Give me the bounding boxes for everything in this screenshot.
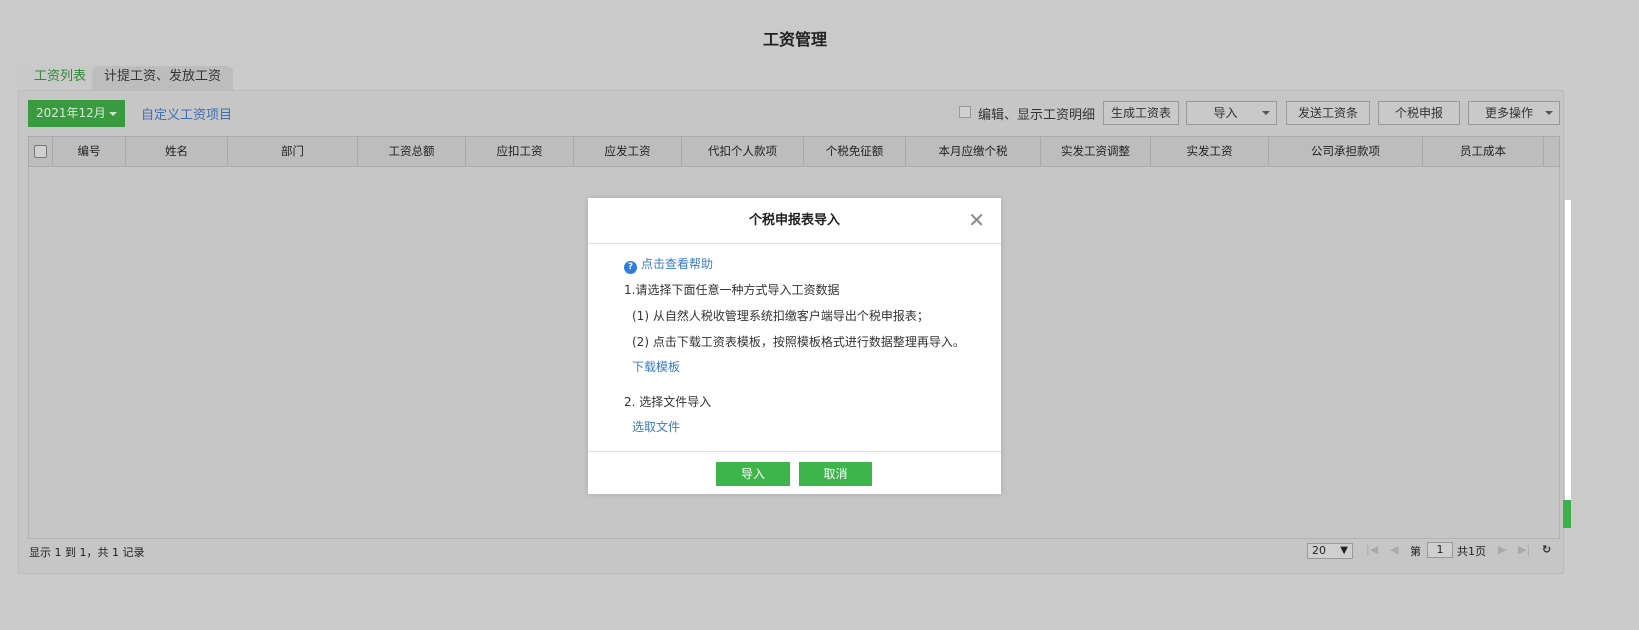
choose-file-link[interactable]: 选取文件 [632,418,680,435]
select-all-cell[interactable] [29,137,53,166]
col-header[interactable]: 应发工资 [574,137,682,166]
tab-accrue-pay[interactable]: 计提工资、发放工资 [92,66,234,90]
more-label: 更多操作 [1484,106,1533,120]
import-dropdown[interactable]: 导入 [1186,101,1277,125]
page-number-input[interactable]: 1 [1427,542,1453,558]
col-header[interactable]: 应扣工资 [466,137,574,166]
col-header[interactable]: 实发工资调整 [1041,137,1151,166]
next-page-icon[interactable]: ▶ [1498,543,1506,556]
step1-text: 1.请选择下面任意一种方式导入工资数据 [624,283,840,297]
period-dropdown[interactable]: 2021年12月 [28,100,125,127]
download-template-link[interactable]: 下载模板 [632,358,680,375]
refresh-icon[interactable]: ↻ [1542,543,1551,556]
record-info: 显示 1 到 1，共 1 记录 [29,546,145,559]
last-page-icon[interactable]: ▶| [1518,543,1530,556]
col-header[interactable]: 公司承担款项 [1269,137,1423,166]
import-confirm-button[interactable]: 导入 [716,462,790,486]
show-detail-checkbox[interactable] [959,106,971,118]
caret-down-icon [1262,111,1270,119]
page-size-value: 20 [1312,544,1326,557]
help-icon: ? [624,261,637,274]
close-icon[interactable]: ✕ [968,210,985,230]
cancel-button[interactable]: 取消 [799,462,872,486]
col-spacer [1544,137,1559,166]
caret-down-icon [109,112,117,120]
side-panel-tab[interactable] [1563,500,1571,528]
page-title: 工资管理 [762,30,827,49]
col-header[interactable]: 本月应缴个税 [906,137,1041,166]
send-payslip-button[interactable]: 发送工资条 [1286,101,1370,125]
page-prefix: 第 [1410,545,1421,558]
chevron-down-icon: ▼ [1340,545,1348,556]
show-detail-label: 编辑、显示工资明细 [978,108,1096,123]
tab-salary-list[interactable]: 工资列表 [22,66,99,90]
dialog-title: 个税申报表导入 [588,198,1001,244]
prev-page-icon[interactable]: ◀ [1390,543,1398,556]
custom-items-link[interactable]: 自定义工资项目 [141,104,232,123]
import-label: 导入 [1213,106,1238,120]
select-all-checkbox[interactable] [34,145,47,158]
col-header[interactable]: 部门 [228,137,358,166]
generate-button[interactable]: 生成工资表 [1103,101,1179,125]
help-link[interactable]: ? 点击查看帮助 [624,255,713,274]
table-header: 编号 姓名 部门 工资总额 应扣工资 应发工资 代扣个人款项 个税免征额 本月应… [28,136,1560,167]
col-header[interactable]: 代扣个人款项 [682,137,804,166]
option1-text: (1) 从自然人税收管理系统扣缴客户端导出个税申报表； [632,309,929,323]
help-label: 点击查看帮助 [641,257,714,271]
page-total: 共1页 [1457,545,1486,558]
side-panel-edge [1565,200,1571,500]
tax-import-dialog: 个税申报表导入 ✕ ? 点击查看帮助 1.请选择下面任意一种方式导入工资数据 (1… [588,198,1001,494]
step2-text: 2. 选择文件导入 [624,395,712,409]
period-label: 2021年12月 [36,106,106,120]
col-header[interactable]: 编号 [53,137,126,166]
tax-report-button[interactable]: 个税申报 [1378,101,1460,125]
col-header[interactable]: 姓名 [126,137,228,166]
col-header[interactable]: 员工成本 [1423,137,1544,166]
option2-text: (2) 点击下载工资表模板，按照模板格式进行数据整理再导入。 [632,335,965,349]
page-size-select[interactable]: 20 ▼ [1307,543,1353,559]
first-page-icon[interactable]: |◀ [1366,543,1378,556]
col-header[interactable]: 工资总额 [358,137,466,166]
col-header[interactable]: 个税免征额 [804,137,906,166]
more-actions-dropdown[interactable]: 更多操作 [1468,101,1560,125]
dialog-footer: 导入 取消 [588,451,1001,494]
col-header[interactable]: 实发工资 [1151,137,1269,166]
caret-down-icon [1545,111,1553,119]
